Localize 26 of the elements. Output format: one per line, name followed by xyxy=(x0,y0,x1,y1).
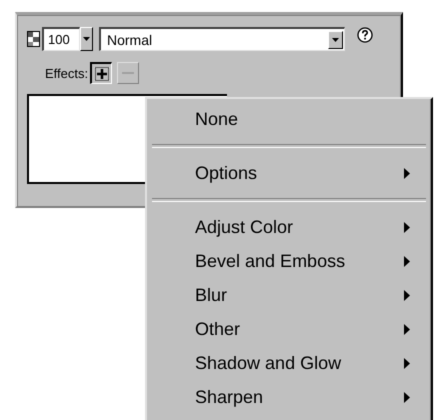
submenu-arrow-icon xyxy=(404,168,410,178)
opacity-dropdown-button[interactable] xyxy=(80,27,93,51)
add-effect-button[interactable] xyxy=(90,62,112,84)
caret-icon xyxy=(83,37,90,41)
caret-icon xyxy=(332,38,339,42)
menu-item[interactable]: Blur xyxy=(150,278,428,312)
submenu-arrow-icon xyxy=(404,392,410,402)
submenu-arrow-icon xyxy=(404,290,410,300)
menu-item[interactable]: Sharpen xyxy=(150,380,428,414)
checkerboard-icon xyxy=(27,31,40,47)
menu-item[interactable]: Bevel and Emboss xyxy=(150,244,428,278)
effects-label: Effects: xyxy=(45,66,88,80)
menu-item[interactable]: None xyxy=(150,102,428,136)
menu-item[interactable]: Adjust Color xyxy=(150,210,428,244)
menu-item[interactable]: Other xyxy=(150,312,428,346)
submenu-arrow-icon xyxy=(404,256,410,266)
help-icon[interactable] xyxy=(357,27,373,43)
menu-item[interactable]: Options xyxy=(150,156,428,190)
blend-mode-dropdown[interactable]: Normal xyxy=(99,27,345,51)
submenu-arrow-icon xyxy=(404,358,410,368)
opacity-field[interactable]: 100 xyxy=(42,27,80,51)
minus-icon xyxy=(122,71,134,75)
plus-icon xyxy=(94,66,110,82)
submenu-arrow-icon xyxy=(404,324,410,334)
submenu-arrow-icon xyxy=(404,222,410,232)
menu-item[interactable]: Shadow and Glow xyxy=(150,346,428,380)
